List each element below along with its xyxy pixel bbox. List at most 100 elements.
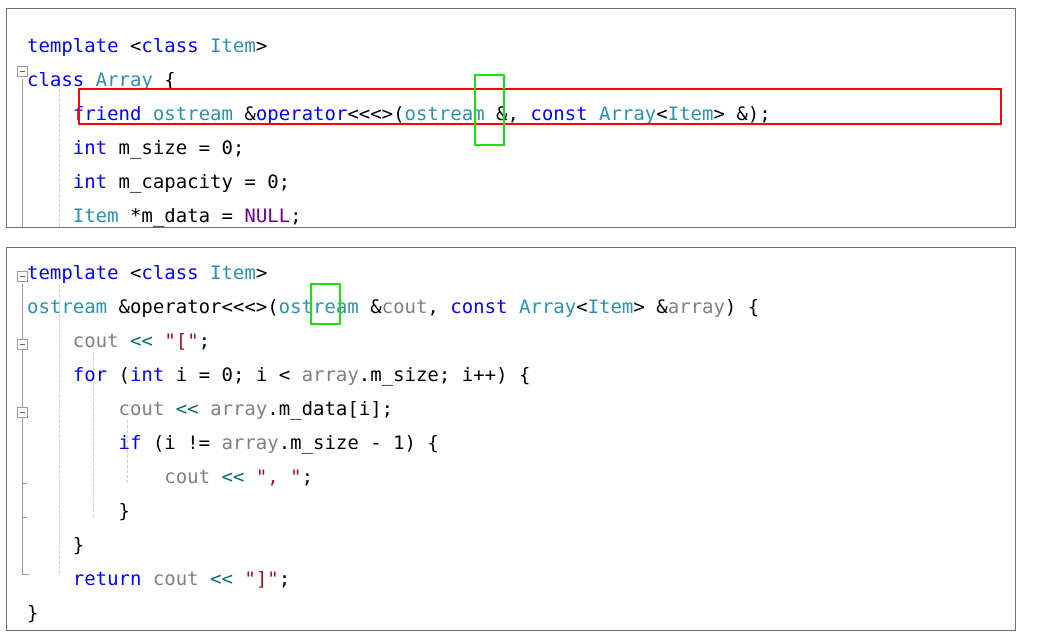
code-token: array — [221, 432, 279, 454]
code-token: .m_size - 1) { — [278, 432, 439, 454]
code-token: > — [255, 35, 268, 57]
code-token: ostream — [27, 296, 119, 318]
code-token: ; — [198, 330, 211, 352]
code-line-operator-overload-definition-11: } — [27, 604, 38, 623]
code-token: .m_data[i]; — [267, 398, 394, 420]
code-token: << — [210, 568, 233, 590]
code-token: << — [129, 330, 153, 352]
code-token: ( — [118, 364, 130, 386]
code-token: array — [667, 296, 725, 318]
code-token: <<<>( — [221, 296, 279, 318]
fold-range-line-1 — [22, 79, 23, 227]
code-token: Item — [587, 296, 634, 318]
code-token: NULL — [244, 205, 291, 227]
code-line-operator-overload-definition-7: cout << ", "; — [27, 468, 313, 487]
code-token: "[" — [164, 330, 199, 352]
screenshot-root: template <class Item> class Array { frie… — [0, 0, 1041, 638]
code-token: ; — [278, 568, 291, 590]
code-token: i = 0; i < — [175, 364, 302, 386]
code-line-operator-overload-definition-3: cout << "["; — [27, 332, 210, 351]
code-token: m_capacity = 0; — [118, 171, 291, 193]
code-token: .m_size; i++) { — [358, 364, 531, 386]
code-token: > & — [633, 296, 668, 318]
code-line-operator-overload-definition-8: } — [27, 502, 130, 521]
code-token: < — [129, 35, 142, 57]
code-token: int — [72, 137, 119, 159]
red-highlight-friend-declaration — [78, 88, 1002, 125]
code-token: class — [141, 262, 211, 284]
code-token: template — [27, 262, 130, 284]
green-highlight-empty-template-args-2 — [310, 283, 341, 325]
code-token: cout — [152, 568, 199, 590]
code-token: class — [141, 35, 211, 57]
code-panel-operator-definition: template <class Item> ostream &operator<… — [6, 247, 1016, 631]
code-token: array — [301, 364, 359, 386]
code-line-array-class-declaration-5: int m_capacity = 0; — [27, 173, 290, 192]
code-token: < — [129, 262, 142, 284]
code-token: array — [210, 398, 268, 420]
code-token: << — [175, 398, 199, 420]
code-token: template — [27, 35, 130, 57]
code-token: Array — [518, 296, 577, 318]
code-line-operator-overload-definition-1: template <class Item> — [27, 264, 267, 283]
code-line-array-class-declaration-1: template <class Item> — [27, 37, 267, 56]
code-token: *m_data = — [118, 205, 245, 227]
code-token: ; — [301, 466, 314, 488]
code-token: , — [427, 296, 451, 318]
code-token: Item — [72, 205, 119, 227]
fold-range-line-2 — [22, 284, 23, 574]
code-token: cout — [381, 296, 428, 318]
code-token: cout — [72, 330, 119, 352]
code-token: int — [129, 364, 176, 386]
code-line-array-class-declaration-4: int m_size = 0; — [27, 137, 245, 159]
green-highlight-empty-template-args-1 — [474, 74, 505, 146]
code-token: for — [72, 364, 119, 386]
code-line-operator-overload-definition-6: if (i != array.m_size - 1) { — [27, 434, 439, 453]
code-token: cout — [118, 398, 165, 420]
code-token: Item — [210, 35, 256, 57]
code-token: Item — [210, 262, 256, 284]
code-token: ", " — [255, 466, 302, 488]
code-area-2[interactable]: template <class Item> ostream &operator<… — [7, 248, 1015, 630]
code-token: return — [72, 568, 153, 590]
code-token: m_size = 0; — [118, 137, 245, 159]
code-token: &operator — [118, 296, 222, 318]
code-token: if — [118, 432, 153, 454]
code-token: int — [72, 171, 119, 193]
code-line-operator-overload-definition-4: for (int i = 0; i < array.m_size; i++) { — [27, 364, 531, 386]
indent-guide-level-1 — [59, 284, 60, 574]
code-token: "]" — [244, 568, 279, 590]
code-token: ) { — [724, 296, 760, 318]
code-token: > — [255, 262, 268, 284]
code-token: & — [358, 296, 382, 318]
code-token: } — [118, 500, 130, 522]
code-line-operator-overload-definition-10: return cout << "]"; — [27, 570, 290, 589]
code-line-operator-overload-definition-5: cout << array.m_data[i]; — [27, 398, 394, 420]
code-line-operator-overload-definition-2: ostream &operator<<<>(ostream &cout, con… — [27, 298, 759, 317]
code-line-operator-overload-definition-9: } — [27, 536, 84, 555]
code-token: < — [576, 296, 588, 318]
code-token: const — [450, 296, 519, 318]
code-line-array-class-declaration-6: Item *m_data = NULL; — [27, 207, 302, 226]
code-token: << — [221, 466, 245, 488]
code-token: (i != — [152, 432, 222, 454]
code-token: cout — [164, 466, 211, 488]
